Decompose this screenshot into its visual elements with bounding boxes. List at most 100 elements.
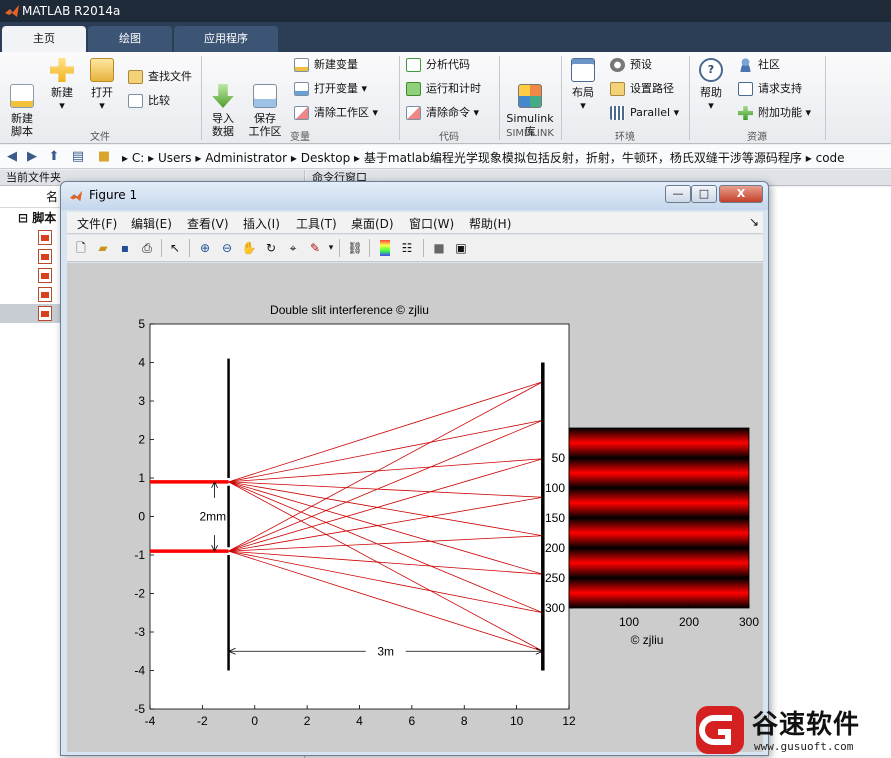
set-path-button[interactable]: 设置路径 (610, 80, 674, 98)
edit-plot-arrow-icon[interactable]: ↖ (167, 240, 183, 256)
analyze-code-button[interactable]: 分析代码 (406, 56, 470, 74)
up-folder-icon[interactable]: ⬆ (46, 149, 62, 165)
breadcrumb: ▸ C: ▸ Users ▸ Administrator ▸ Desktop ▸… (122, 149, 845, 166)
heatmap-y-tick-label: 100 (545, 481, 565, 495)
set-path-icon (610, 82, 625, 96)
new-button[interactable]: 新建 ▾ (46, 58, 78, 112)
zoom-out-icon[interactable]: ⊖ (219, 240, 235, 256)
link-plot-icon[interactable]: ⛓ (347, 240, 363, 256)
rotate-3d-icon[interactable]: ↻ (263, 240, 279, 256)
chevron-down-icon: ▾ (580, 99, 586, 112)
zoom-in-icon[interactable]: ⊕ (197, 240, 213, 256)
close-button[interactable]: X (719, 185, 763, 203)
find-files-button[interactable]: 查找文件 (128, 68, 192, 86)
open-file-icon[interactable]: ▰ (95, 240, 111, 256)
toolbar-divider (423, 239, 424, 257)
x-tick-label: 10 (510, 714, 524, 728)
breadcrumb-item[interactable]: Desktop (301, 151, 351, 165)
breadcrumb-item[interactable]: code (816, 151, 845, 165)
hide-plot-tools-icon[interactable]: ■ (431, 240, 447, 256)
x-tick-label: 4 (356, 714, 363, 728)
preferences-button[interactable]: 预设 (610, 56, 652, 74)
chevron-down-icon: ▾ (372, 106, 379, 119)
legend-icon[interactable]: ☷ (399, 240, 415, 256)
parallel-button[interactable]: Parallel ▾ (610, 104, 679, 122)
run-and-time-icon (406, 82, 421, 96)
menu-window[interactable]: 窗口(W) (409, 215, 454, 232)
run-and-time-button[interactable]: 运行和计时 (406, 80, 481, 98)
figure-title-bar[interactable]: Figure 1 — □ X (61, 182, 768, 210)
ribbon: 新建 脚本 新建 ▾ 打开 ▾ 查找文件 比较 文件 导入 数据 保存 工作区 新建… (0, 52, 891, 144)
breadcrumb-item[interactable]: Users (158, 151, 192, 165)
chevron-down-icon[interactable]: ▾ (323, 240, 339, 256)
collapse-icon[interactable]: ⊟ (18, 211, 32, 225)
community-icon (738, 58, 753, 72)
maximize-button[interactable]: □ (691, 185, 717, 203)
toolbar-divider (369, 239, 370, 257)
y-tick-label: 0 (138, 510, 145, 524)
open-button[interactable]: 打开 ▾ (86, 58, 118, 112)
community-button[interactable]: 社区 (738, 56, 780, 74)
breadcrumb-separator: ▸ (122, 151, 132, 165)
simulink-icon (518, 84, 542, 108)
breadcrumb-item[interactable]: Administrator (205, 151, 287, 165)
help-button[interactable]: ? 帮助 ▾ (694, 58, 728, 112)
watermark-url: www.gusuoft.com (754, 740, 854, 753)
tab-apps[interactable]: 应用程序 (174, 26, 278, 52)
y-tick-label: 4 (138, 356, 145, 370)
menu-desktop[interactable]: 桌面(D) (351, 215, 394, 232)
browse-folder-icon[interactable]: ▤ (70, 149, 86, 165)
breadcrumb-item[interactable]: 基于matlab编程光学现象模拟包括反射，折射，牛顿环，杨氏双缝干涉等源码程序 (364, 151, 802, 165)
colorbar-icon[interactable] (380, 240, 390, 256)
brush-icon[interactable]: ✎ (307, 240, 323, 256)
new-figure-icon[interactable]: 🗋 (73, 240, 89, 256)
section-variable: 变量 (290, 132, 310, 143)
open-variable-button[interactable]: 打开变量 ▾ (294, 80, 367, 98)
menu-insert[interactable]: 插入(I) (243, 215, 280, 232)
menu-file[interactable]: 文件(F) (77, 215, 117, 232)
tab-home[interactable]: 主页 (2, 26, 86, 52)
find-files-icon (128, 70, 143, 84)
save-icon[interactable]: ▪ (117, 240, 133, 256)
compare-button[interactable]: 比较 (128, 92, 170, 110)
show-plot-tools-icon[interactable]: ▣ (453, 240, 469, 256)
forward-arrow-icon[interactable]: ▶ (24, 149, 40, 165)
x-tick-label: 0 (251, 714, 258, 728)
y-tick-label: 3 (138, 394, 145, 408)
request-support-button[interactable]: 请求支持 (738, 80, 802, 98)
clear-commands-button[interactable]: 清除命令 ▾ (406, 104, 479, 122)
breadcrumb-item[interactable]: C: (132, 151, 144, 165)
heatmap-axes: 100 200 300 50 100 150 200 250 300 (545, 427, 759, 629)
dock-arrow-icon[interactable]: ↘ (749, 215, 759, 229)
y-tick-label: 1 (138, 471, 145, 485)
y-tick-label: -2 (134, 587, 145, 601)
app-title: MATLAB R2014a (22, 4, 121, 18)
minimize-button[interactable]: — (665, 185, 691, 203)
menu-view[interactable]: 查看(V) (187, 215, 229, 232)
matlab-logo-icon (69, 190, 83, 202)
menu-help[interactable]: 帮助(H) (469, 215, 511, 232)
compare-icon (128, 94, 143, 108)
layout-button[interactable]: 布局 ▾ (566, 58, 600, 112)
clear-workspace-button[interactable]: 清除工作区 ▾ (294, 104, 378, 122)
new-plus-icon (50, 58, 74, 82)
tab-plots[interactable]: 绘图 (88, 26, 172, 52)
address-bar: ◀ ▶ ⬆ ▤ ■ ▸ C: ▸ Users ▸ Administrator ▸… (0, 145, 891, 169)
new-variable-button[interactable]: 新建变量 (294, 56, 358, 74)
x-tick-label: 12 (562, 714, 576, 728)
y-tick-label: -4 (134, 664, 145, 678)
analyze-code-icon (406, 58, 421, 72)
matlab-file-icon (38, 268, 52, 283)
chevron-down-icon: ▾ (473, 106, 480, 119)
breadcrumb-separator: ▸ (354, 151, 364, 165)
menu-edit[interactable]: 编辑(E) (131, 215, 172, 232)
print-icon[interactable]: ⎙ (139, 240, 155, 256)
back-arrow-icon[interactable]: ◀ (4, 149, 20, 165)
pan-hand-icon[interactable]: ✋ (241, 240, 257, 256)
add-ons-button[interactable]: 附加功能 ▾ (738, 104, 811, 122)
ribbon-tab-row: 主页 绘图 应用程序 (0, 22, 891, 52)
clear-workspace-icon (294, 106, 309, 120)
menu-tools[interactable]: 工具(T) (296, 215, 337, 232)
heatmap-y-tick-label: 200 (545, 541, 565, 555)
data-cursor-icon[interactable]: ⌖ (285, 240, 301, 256)
